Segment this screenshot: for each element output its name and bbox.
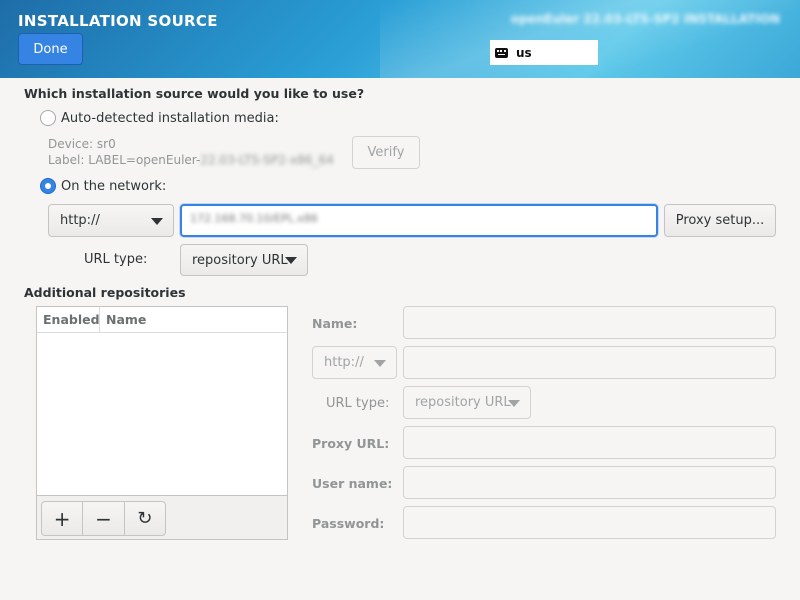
repo-name-label: Name: <box>312 316 358 331</box>
url-input[interactable]: 172.168.70.10/EPL.x86 <box>180 204 658 237</box>
media-label-info: Label: LABEL=openEuler-22.03-LTS-SP2-x86… <box>48 153 334 167</box>
password-label: Password: <box>312 516 385 531</box>
url-type-value: repository URL <box>192 252 288 268</box>
add-repository-button[interactable]: + <box>42 502 84 535</box>
repo-url-type-value: repository URL <box>415 395 511 410</box>
repo-url-type-dropdown[interactable]: repository URL <box>403 386 531 419</box>
verify-button[interactable]: Verify <box>352 136 420 169</box>
repository-list[interactable]: Enabled Name + − ↻ <box>36 306 288 540</box>
chevron-down-icon <box>374 359 386 367</box>
media-label-prefix: Label: LABEL=openEuler- <box>48 153 201 167</box>
network-radio[interactable] <box>40 178 56 194</box>
chevron-down-icon <box>151 217 163 225</box>
network-label[interactable]: On the network: <box>61 179 166 194</box>
url-type-label: URL type: <box>84 252 148 267</box>
repo-protocol-value: http:// <box>324 355 364 370</box>
plus-icon: + <box>53 506 71 531</box>
minus-icon: − <box>95 506 112 531</box>
media-label-version: 22.03-LTS-SP2-x86_64 <box>200 153 334 167</box>
additional-repositories-heading: Additional repositories <box>24 285 186 300</box>
column-name[interactable]: Name <box>100 307 146 332</box>
username-input[interactable] <box>403 466 776 499</box>
password-input[interactable] <box>403 506 776 539</box>
url-value: 172.168.70.10/EPL.x86 <box>190 212 318 225</box>
header-bar: INSTALLATION SOURCE openEuler 22.03-LTS-… <box>0 0 800 78</box>
url-type-dropdown[interactable]: repository URL <box>180 244 308 276</box>
column-enabled[interactable]: Enabled <box>37 307 100 332</box>
refresh-repository-button[interactable]: ↻ <box>125 502 165 535</box>
chevron-down-icon <box>285 257 297 264</box>
protocol-value: http:// <box>60 213 100 228</box>
proxy-url-label: Proxy URL: <box>312 436 390 451</box>
repo-name-input[interactable] <box>403 306 776 339</box>
device-info: Device: sr0 <box>48 137 116 151</box>
keyboard-layout-indicator[interactable]: us <box>490 40 598 65</box>
auto-detected-radio[interactable] <box>40 110 56 126</box>
keyboard-layout-label: us <box>516 45 532 60</box>
keyboard-icon <box>495 47 508 58</box>
repo-url-input[interactable] <box>403 346 776 379</box>
repository-list-header: Enabled Name <box>37 307 287 333</box>
username-label: User name: <box>312 476 393 491</box>
proxy-setup-button[interactable]: Proxy setup... <box>664 204 776 237</box>
protocol-dropdown[interactable]: http:// <box>48 204 174 237</box>
repo-protocol-dropdown[interactable]: http:// <box>312 346 397 379</box>
done-button[interactable]: Done <box>18 33 83 65</box>
repository-button-group: + − ↻ <box>41 501 166 536</box>
refresh-icon: ↻ <box>137 508 153 529</box>
page-title: INSTALLATION SOURCE <box>18 12 218 30</box>
repository-toolbar: + − ↻ <box>37 495 287 539</box>
proxy-url-input[interactable] <box>403 426 776 459</box>
auto-detected-label[interactable]: Auto-detected installation media: <box>61 111 279 126</box>
product-name: openEuler 22.03-LTS-SP2 INSTALLATION <box>510 12 780 26</box>
chevron-down-icon <box>508 399 520 407</box>
remove-repository-button[interactable]: − <box>83 502 125 535</box>
source-question: Which installation source would you like… <box>24 86 365 101</box>
repo-url-type-label: URL type: <box>326 396 390 411</box>
